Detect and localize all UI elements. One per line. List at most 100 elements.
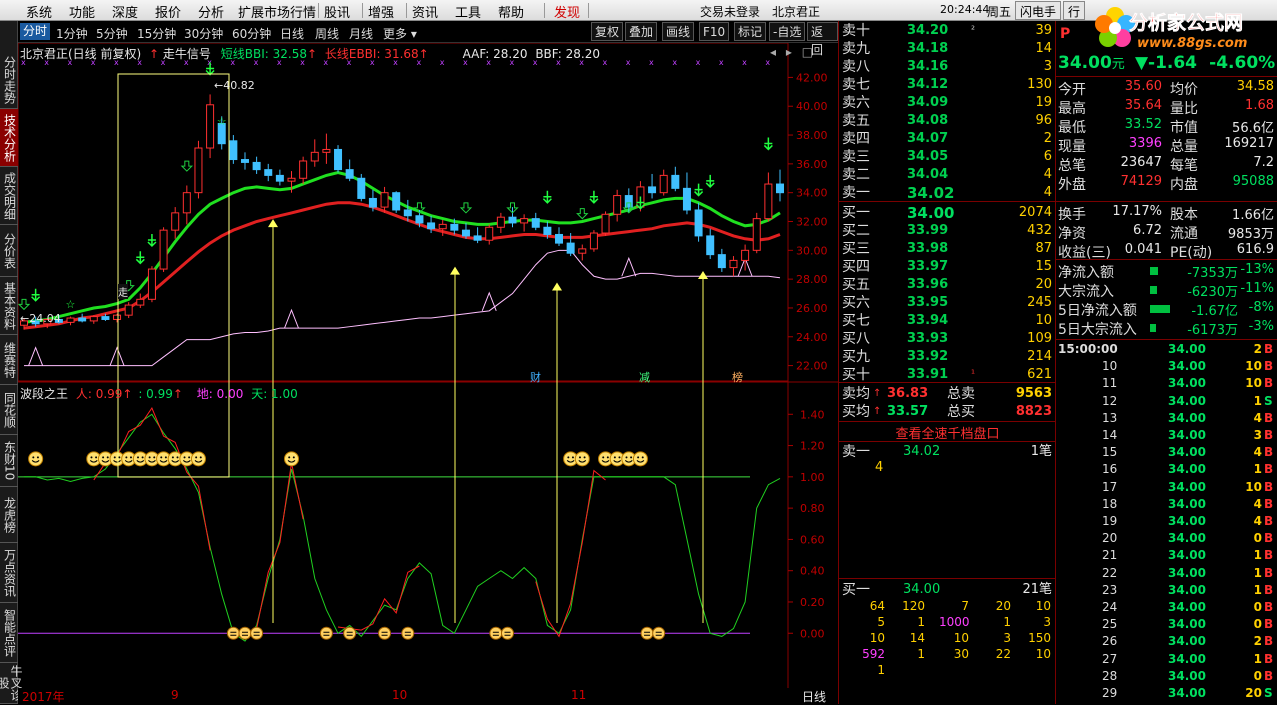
back-button[interactable]: 返回	[807, 22, 838, 57]
tab-eastmoney[interactable]: 东财10	[0, 435, 18, 487]
candle-body[interactable]	[334, 148, 343, 171]
chart-area[interactable]: 42.00 40.00 38.00 36.00 34.00 32.00 30.00 28.00…	[17, 42, 838, 688]
bid-row[interactable]: 买七 33.94 10	[839, 312, 1056, 330]
candle-body[interactable]	[310, 151, 319, 162]
menu-extended-market[interactable]: 扩展市场行情	[238, 2, 316, 21]
bid-row[interactable]: 买三 33.98 87	[839, 240, 1056, 258]
trade-button[interactable]: 行	[1063, 1, 1086, 20]
candle-body[interactable]	[461, 229, 470, 237]
candle-body[interactable]	[182, 192, 191, 214]
candle-body[interactable]	[764, 183, 773, 220]
candle-body[interactable]	[706, 235, 715, 256]
ask-row[interactable]: 卖十 34.20 ² 39	[839, 22, 1056, 40]
period-1min[interactable]: 1分钟	[56, 25, 88, 42]
ask-row[interactable]: 卖四 34.07 2	[839, 130, 1056, 148]
candle-body[interactable]	[322, 148, 331, 153]
tab-tonghuashun[interactable]: 同花顺	[0, 385, 18, 435]
candle-body[interactable]	[682, 187, 691, 211]
maximize-icon[interactable]: □	[802, 45, 813, 59]
ask-row[interactable]: 卖一 34.02 4	[839, 184, 1056, 202]
candle-body[interactable]	[613, 195, 622, 215]
tab-smart-comment[interactable]: 智能点评	[0, 603, 18, 663]
menu-discover[interactable]: 发现	[554, 2, 580, 21]
menu-stock-news[interactable]: 股讯	[324, 2, 350, 21]
flash-trade-button[interactable]: 闪电手	[1015, 1, 1062, 20]
candle-body[interactable]	[648, 186, 657, 194]
candle-body[interactable]	[438, 223, 447, 230]
candle-body[interactable]	[694, 209, 703, 237]
chevron-right-icon[interactable]: ▸	[786, 45, 792, 59]
menu-depth[interactable]: 深度	[112, 2, 138, 21]
tab-dragon-tiger[interactable]: 龙虎榜	[0, 487, 18, 543]
candle-body[interactable]	[566, 242, 575, 254]
tab-weisaite[interactable]: 维赛特	[0, 335, 18, 385]
overlay-button[interactable]: 叠加	[625, 22, 658, 41]
candle-body[interactable]	[368, 197, 377, 208]
candle-body[interactable]	[252, 161, 261, 171]
tab-basic-info[interactable]: 基本资料	[0, 277, 18, 335]
period-monthly[interactable]: 月线	[349, 25, 373, 42]
view-full-depth-link[interactable]: 查看全速千档盘口	[839, 423, 1056, 442]
draw-line-button[interactable]: 画线	[662, 22, 695, 41]
menu-quote[interactable]: 报价	[155, 2, 181, 21]
menu-tools[interactable]: 工具	[455, 2, 481, 21]
candle-body[interactable]	[240, 159, 249, 163]
candle-body[interactable]	[752, 218, 761, 251]
candle-body[interactable]	[194, 147, 203, 194]
event-finance[interactable]: 财	[530, 369, 541, 385]
period-more[interactable]: 更多 ▾	[383, 25, 417, 42]
ask-row[interactable]: 卖八 34.16 3	[839, 58, 1056, 76]
candle-body[interactable]	[287, 177, 296, 182]
period-daily[interactable]: 日线	[280, 25, 304, 42]
event-rank[interactable]: 榜	[732, 369, 743, 385]
adjust-button[interactable]: 复权	[591, 22, 624, 41]
candle-body[interactable]	[659, 174, 668, 194]
tab-intraday[interactable]: 分时走势	[0, 51, 18, 109]
menu-news[interactable]: 资讯	[412, 2, 438, 21]
kline-chart[interactable]: 42.00 40.00 38.00 36.00 34.00 32.00 30.00 28.00…	[17, 42, 838, 688]
candle-body[interactable]	[206, 104, 215, 149]
mark-button[interactable]: 标记	[734, 22, 767, 41]
candle-body[interactable]	[589, 232, 598, 250]
ask-row[interactable]: 卖三 34.05 6	[839, 148, 1056, 166]
candle-body[interactable]	[729, 259, 738, 269]
candle-body[interactable]	[741, 249, 750, 261]
ask-row[interactable]: 卖七 34.12 130	[839, 76, 1056, 94]
bid-row[interactable]: 买二 33.99 432	[839, 222, 1056, 240]
bid-row[interactable]: 买九 33.92 214	[839, 348, 1056, 366]
tab-trade-detail[interactable]: 成交明细	[0, 167, 18, 225]
candle-body[interactable]	[275, 174, 284, 182]
candle-body[interactable]	[415, 215, 424, 224]
candle-body[interactable]	[578, 248, 587, 254]
candle-body[interactable]	[671, 174, 680, 189]
candle-body[interactable]	[78, 317, 87, 322]
period-5min[interactable]: 5分钟	[96, 25, 128, 42]
bid-row[interactable]: 买八 33.93 109	[839, 330, 1056, 348]
candle-body[interactable]	[427, 222, 436, 230]
bid-row[interactable]: 买五 33.96 20	[839, 276, 1056, 294]
period-weekly[interactable]: 周线	[315, 25, 339, 42]
candle-body[interactable]	[299, 160, 308, 179]
menu-enhance[interactable]: 增强	[368, 2, 394, 21]
candle-body[interactable]	[776, 183, 784, 194]
ask-row[interactable]: 卖二 34.04 4	[839, 166, 1056, 184]
period-60min[interactable]: 60分钟	[232, 25, 271, 42]
bid-row[interactable]: 买四 33.97 15	[839, 258, 1056, 276]
menu-function[interactable]: 功能	[69, 2, 95, 21]
candle-body[interactable]	[717, 254, 726, 269]
period-15min[interactable]: 15分钟	[137, 25, 176, 42]
candle-body[interactable]	[543, 226, 552, 235]
menu-system[interactable]: 系统	[26, 2, 52, 21]
tab-wandian-news[interactable]: 万点资讯	[0, 543, 18, 603]
candle-body[interactable]	[159, 229, 168, 270]
period-intraday[interactable]: 分时	[20, 23, 51, 40]
event-reduce[interactable]: 减	[639, 369, 650, 385]
candle-body[interactable]	[520, 218, 529, 224]
remove-watchlist-button[interactable]: -自选	[769, 22, 806, 41]
candle-body[interactable]	[392, 192, 401, 211]
candle-body[interactable]	[124, 304, 133, 316]
candle-body[interactable]	[171, 212, 180, 231]
candle-body[interactable]	[101, 316, 110, 320]
bid-row[interactable]: 买一 34.00 2074	[839, 204, 1056, 222]
candle-body[interactable]	[508, 216, 517, 224]
